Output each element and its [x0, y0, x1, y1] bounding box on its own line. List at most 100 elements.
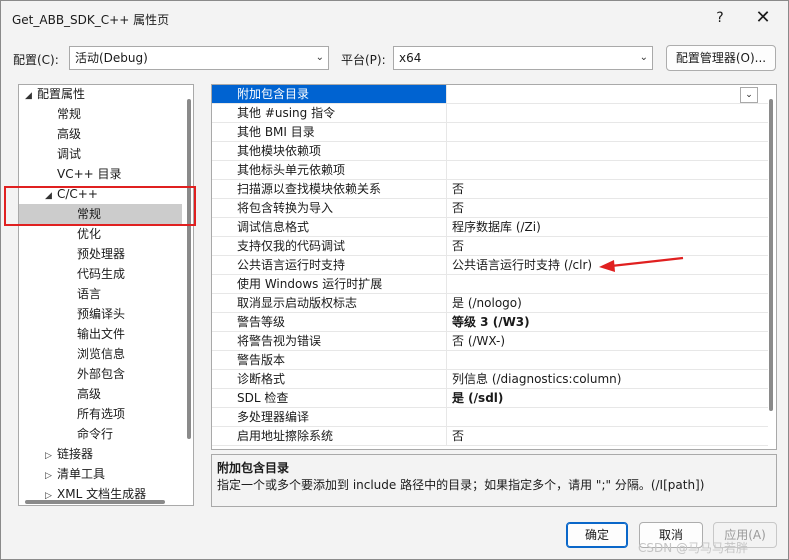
tree-item[interactable]: 常规	[19, 104, 185, 124]
property-row[interactable]: 警告版本	[212, 351, 768, 370]
tree-horizontal-scrollbar[interactable]	[19, 499, 179, 505]
platform-label: 平台(P):	[341, 53, 386, 67]
tree-item-label: 链接器	[57, 447, 94, 461]
close-button[interactable]: ✕	[752, 7, 774, 29]
tree-item-label: 浏览信息	[77, 347, 126, 361]
tree-item-label: 高级	[57, 127, 82, 141]
configuration-manager-button[interactable]: 配置管理器(O)...	[666, 45, 776, 71]
property-name: 调试信息格式	[212, 218, 447, 236]
ok-button[interactable]: 确定	[566, 522, 628, 548]
property-row[interactable]: 取消显示启动版权标志是 (/nologo)	[212, 294, 768, 313]
property-value[interactable]: 公共语言运行时支持 (/clr)	[452, 256, 592, 274]
title-bar: Get_ABB_SDK_C++ 属性页 ? ✕	[1, 1, 788, 35]
tree-item[interactable]: ▷ 链接器	[19, 444, 185, 464]
property-row[interactable]: 其他 BMI 目录	[212, 123, 768, 142]
tree-item[interactable]: 所有选项	[19, 404, 185, 424]
tree-item[interactable]: VC++ 目录	[19, 164, 185, 184]
property-name: 诊断格式	[212, 370, 447, 388]
property-value[interactable]: 是 (/nologo)	[452, 294, 522, 312]
property-value[interactable]: 否	[452, 237, 464, 255]
tree-scrollbar-thumb[interactable]	[187, 99, 191, 439]
property-name: 扫描源以查找模块依赖关系	[212, 180, 447, 198]
tree-item-label: 预处理器	[77, 247, 126, 261]
tree-item[interactable]: 代码生成	[19, 264, 185, 284]
property-row[interactable]: 启用地址擦除系统否	[212, 427, 768, 446]
config-dropdown[interactable]: 活动(Debug) ⌄	[69, 46, 329, 70]
grid-scrollbar-thumb[interactable]	[769, 99, 773, 411]
property-name: 公共语言运行时支持	[212, 256, 447, 274]
tree-item[interactable]: 高级	[19, 384, 185, 404]
window-title: Get_ABB_SDK_C++ 属性页	[12, 13, 170, 27]
property-name: 多处理器编译	[212, 408, 447, 426]
tree-item[interactable]: ▷ 清单工具	[19, 464, 185, 484]
tree-item-label: 输出文件	[77, 327, 126, 341]
property-row[interactable]: 其他模块依赖项	[212, 142, 768, 161]
tree-item[interactable]: 输出文件	[19, 324, 185, 344]
tree-item[interactable]: 调试	[19, 144, 185, 164]
property-row[interactable]: 多处理器编译	[212, 408, 768, 427]
property-name: 警告等级	[212, 313, 447, 331]
tree-item-label: 高级	[77, 387, 102, 401]
tree-item-label: VC++ 目录	[57, 167, 122, 181]
property-row[interactable]: 使用 Windows 运行时扩展	[212, 275, 768, 294]
category-tree[interactable]: ◢ 配置属性 常规 高级 调试 VC++ 目录 ◢ C/C++ 常规 优化 预处理器 代码生成 语言 预编…	[18, 84, 194, 506]
property-row[interactable]: 诊断格式 列信息 (/diagnostics:column)	[212, 370, 768, 389]
property-name: 将警告视为错误	[212, 332, 447, 350]
tree-item[interactable]: 高级	[19, 124, 185, 144]
property-name: 附加包含目录	[212, 85, 447, 103]
highlight-annotation-box	[4, 186, 196, 226]
red-arrow-annotation	[599, 256, 684, 272]
tree-item[interactable]: 语言	[19, 284, 185, 304]
description-text: 指定一个或多个要添加到 include 路径中的目录；如果指定多个，请用 ";"…	[217, 478, 705, 492]
property-row[interactable]: 将包含转换为导入否	[212, 199, 768, 218]
config-label: 配置(C):	[13, 53, 59, 67]
property-name: 将包含转换为导入	[212, 199, 447, 217]
tree-item[interactable]: 预编译头	[19, 304, 185, 324]
property-value[interactable]: 否	[452, 199, 464, 217]
tree-scrollbar[interactable]	[186, 85, 193, 505]
property-value[interactable]: 列信息 (/diagnostics:column)	[452, 370, 621, 388]
tree-item-label: 所有选项	[77, 407, 126, 421]
tree-item[interactable]: ◢ 配置属性	[19, 85, 185, 106]
tree-item-label: 语言	[77, 287, 102, 301]
property-value[interactable]: 否 (/WX-)	[452, 332, 505, 350]
platform-value: x64	[399, 51, 422, 65]
chevron-right-icon[interactable]: ▷	[45, 466, 57, 486]
property-row[interactable]: 扫描源以查找模块依赖关系否	[212, 180, 768, 199]
tree-item-label: 常规	[57, 107, 82, 121]
property-value[interactable]: 否	[452, 427, 464, 445]
chevron-down-icon[interactable]: ⌄	[740, 87, 758, 103]
property-name: 其他模块依赖项	[212, 142, 447, 160]
property-row[interactable]: SDL 检查是 (/sdl)	[212, 389, 768, 408]
property-name: 其他标头单元依赖项	[212, 161, 447, 179]
property-value[interactable]: 等级 3 (/W3)	[452, 313, 530, 331]
property-row[interactable]: 附加包含目录 ⌄	[212, 85, 768, 104]
help-button[interactable]: ?	[709, 7, 731, 29]
tree-item-label: 代码生成	[77, 267, 126, 281]
property-row[interactable]: 其他 #using 指令	[212, 104, 768, 123]
tree-item-label: 配置属性	[37, 87, 86, 101]
tree-item[interactable]: 外部包含	[19, 364, 185, 384]
description-panel: 附加包含目录 指定一个或多个要添加到 include 路径中的目录；如果指定多个…	[211, 454, 777, 507]
tree-item-label: 调试	[57, 147, 82, 161]
expand-icon[interactable]: ◢	[25, 86, 37, 106]
platform-dropdown[interactable]: x64 ⌄	[393, 46, 653, 70]
tree-item[interactable]: 浏览信息	[19, 344, 185, 364]
chevron-right-icon[interactable]: ▷	[45, 446, 57, 466]
property-row[interactable]: 将警告视为错误否 (/WX-)	[212, 332, 768, 351]
property-row[interactable]: 其他标头单元依赖项	[212, 161, 768, 180]
tree-item[interactable]: 优化	[19, 224, 185, 244]
property-value[interactable]: 程序数据库 (/Zi)	[452, 218, 541, 236]
property-value[interactable]: 是 (/sdl)	[452, 389, 503, 407]
property-name: 其他 #using 指令	[212, 104, 447, 122]
property-row[interactable]: 警告等级 等级 3 (/W3)	[212, 313, 768, 332]
property-grid[interactable]: 附加包含目录 ⌄ 其他 #using 指令 其他 BMI 目录 其他模块依赖项 其他标头单…	[211, 84, 777, 450]
tree-horizontal-scrollbar-thumb[interactable]	[25, 500, 165, 504]
property-value[interactable]: 否	[452, 180, 464, 198]
property-pages-dialog: Get_ABB_SDK_C++ 属性页 ? ✕ 配置(C): 活动(Debug)…	[0, 0, 789, 560]
property-name: 启用地址擦除系统	[212, 427, 447, 445]
property-row[interactable]: 调试信息格式 程序数据库 (/Zi)	[212, 218, 768, 237]
property-name: 取消显示启动版权标志	[212, 294, 447, 312]
tree-item[interactable]: 预处理器	[19, 244, 185, 264]
tree-item[interactable]: 命令行	[19, 424, 185, 444]
